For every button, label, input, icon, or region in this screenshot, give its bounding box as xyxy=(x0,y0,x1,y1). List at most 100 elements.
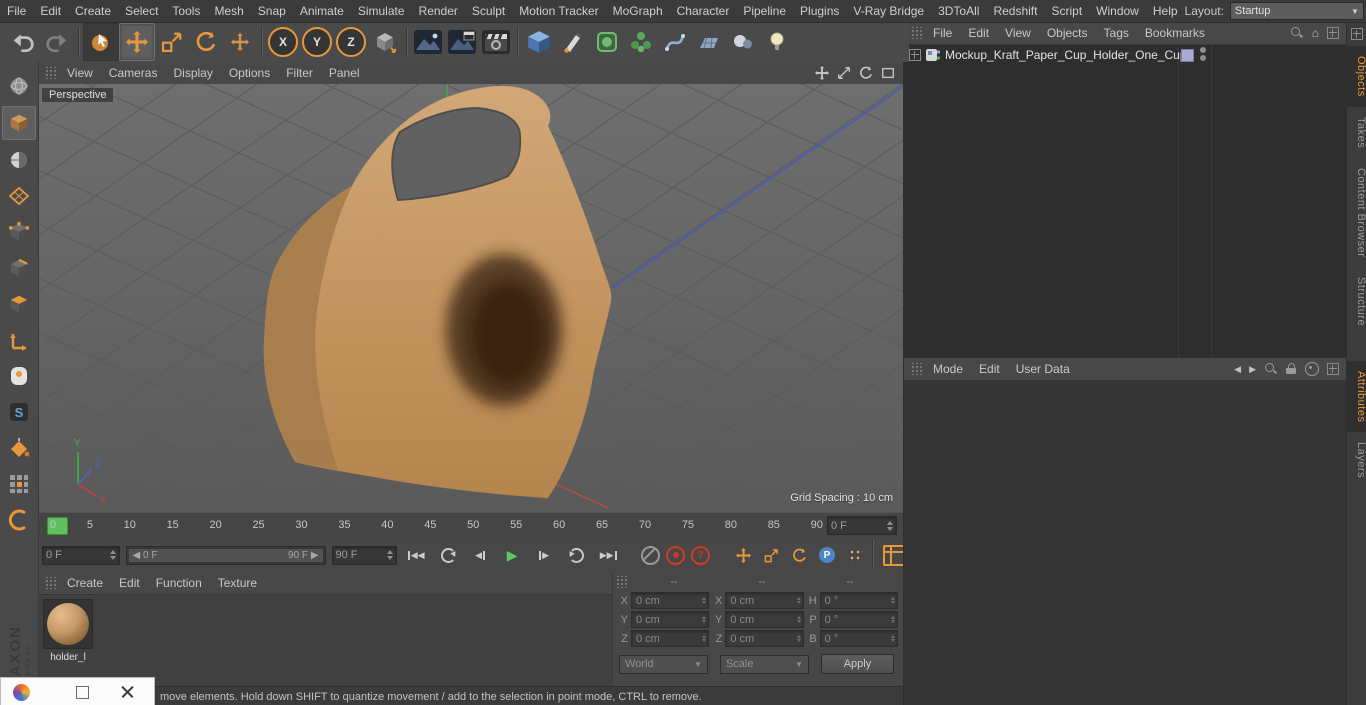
object-row[interactable]: Mockup_Kraft_Paper_Cup_Holder_One_Cup xyxy=(904,45,1347,65)
paint-tool-button[interactable] xyxy=(3,432,35,464)
open-timeline-button[interactable] xyxy=(883,544,905,566)
menubar-item[interactable]: Mesh xyxy=(207,0,250,22)
render-settings-button[interactable] xyxy=(479,24,513,60)
target-icon[interactable] xyxy=(1305,362,1319,376)
workplane-mode-button[interactable] xyxy=(3,180,35,212)
material-menu-item[interactable]: Create xyxy=(59,572,111,594)
close-icon[interactable] xyxy=(121,686,134,699)
coordinate-system-button[interactable] xyxy=(368,24,402,60)
menubar-item[interactable]: File xyxy=(0,0,33,22)
tab-content-browser[interactable]: Content Browser xyxy=(1347,158,1366,267)
menubar-item[interactable]: Motion Tracker xyxy=(512,0,605,22)
convert-tool[interactable] xyxy=(3,70,35,102)
menubar-item[interactable]: Snap xyxy=(251,0,293,22)
panel-grip[interactable] xyxy=(911,363,922,375)
mograph-cloner-button[interactable] xyxy=(624,24,658,60)
menubar-item[interactable]: Script xyxy=(1044,0,1089,22)
position-y-input[interactable]: 0 cm xyxy=(631,611,710,628)
menubar-item[interactable]: 3DToAll xyxy=(931,0,986,22)
expand-hierarchy-icon[interactable] xyxy=(909,49,921,61)
key-parameter-toggle[interactable]: P xyxy=(816,544,838,566)
apply-button[interactable]: Apply xyxy=(820,654,894,674)
viewport-menu-item[interactable]: View xyxy=(59,62,101,84)
panel-grip[interactable] xyxy=(616,576,627,588)
lock-y-axis-button[interactable]: Y xyxy=(302,27,332,57)
scale-tool[interactable] xyxy=(155,24,189,60)
size-y-input[interactable]: 0 cm xyxy=(725,611,804,628)
menubar-item[interactable]: Render xyxy=(412,0,465,22)
add-panel-icon[interactable] xyxy=(1351,28,1363,40)
object-menu-item[interactable]: File xyxy=(925,22,960,44)
material-menu-item[interactable]: Edit xyxy=(111,572,148,594)
attribute-menu-item[interactable]: Mode xyxy=(925,358,971,380)
key-position-toggle[interactable] xyxy=(732,544,754,566)
quantize-button[interactable] xyxy=(3,504,35,536)
position-x-input[interactable]: 0 cm xyxy=(631,592,710,609)
keyframe-help-button[interactable]: ? xyxy=(691,545,711,565)
panel-grip[interactable] xyxy=(45,577,56,589)
size-x-input[interactable]: 0 cm xyxy=(725,592,804,609)
history-back-icon[interactable]: ◀ xyxy=(1234,364,1241,375)
goto-end-button[interactable]: ▶▶ xyxy=(595,543,621,567)
end-frame-spinner[interactable]: 90 F xyxy=(331,545,398,565)
lock-z-axis-button[interactable]: Z xyxy=(336,27,366,57)
position-z-input[interactable]: 0 cm xyxy=(631,630,710,647)
panel-grip[interactable] xyxy=(45,67,56,79)
material-menu-item[interactable]: Texture xyxy=(210,572,265,594)
rotation-p-input[interactable]: 0 ° xyxy=(819,611,898,628)
history-forward-icon[interactable]: ▶ xyxy=(1249,364,1256,375)
visibility-dots[interactable] xyxy=(1200,47,1206,61)
lock-icon[interactable] xyxy=(1286,363,1297,375)
object-menu-item[interactable]: Bookmarks xyxy=(1137,22,1213,44)
attribute-menu-item[interactable]: User Data xyxy=(1008,358,1078,380)
model-mode-button[interactable] xyxy=(2,106,36,140)
search-icon[interactable] xyxy=(1290,26,1304,40)
autokey-off-button[interactable] xyxy=(641,545,661,565)
search-icon[interactable] xyxy=(1264,362,1278,376)
play-button[interactable]: ▶ xyxy=(499,543,525,567)
render-picture-viewer-button[interactable] xyxy=(445,24,479,60)
spline-pen-button[interactable] xyxy=(556,24,590,60)
timeline-ruler[interactable]: 05 10 15 20 25 30 35 40 45 50 55 60 65 70 75 80… xyxy=(38,512,903,540)
menubar-item[interactable]: Character xyxy=(670,0,737,22)
points-mode-button[interactable] xyxy=(3,216,35,248)
menubar-item[interactable]: MoGraph xyxy=(606,0,670,22)
scale-mode-select[interactable]: Scale ▼ xyxy=(719,654,809,674)
viewport-canvas[interactable]: Y X Z Perspective Grid Spacing : 10 cm xyxy=(38,84,903,512)
layer-color-chip[interactable] xyxy=(1181,49,1194,62)
menubar-item[interactable]: Pipeline xyxy=(736,0,793,22)
rotate-view-icon[interactable] xyxy=(859,66,873,80)
size-z-input[interactable]: 0 cm xyxy=(725,630,804,647)
tab-layers[interactable]: Layers xyxy=(1347,432,1366,488)
render-view-button[interactable] xyxy=(411,24,445,60)
next-frame-button[interactable]: ▶ xyxy=(531,543,557,567)
tab-structure[interactable]: Structure xyxy=(1347,267,1366,336)
material-item[interactable]: holder_l xyxy=(42,599,94,663)
live-selection-tool[interactable] xyxy=(83,23,119,61)
object-menu-item[interactable]: Objects xyxy=(1039,22,1096,44)
last-used-tool[interactable] xyxy=(223,24,257,60)
floor-object-button[interactable] xyxy=(692,24,726,60)
texture-mode-button[interactable] xyxy=(3,144,35,176)
panel-grip[interactable] xyxy=(911,27,922,39)
object-menu-item[interactable]: Tags xyxy=(1096,22,1137,44)
edges-mode-button[interactable] xyxy=(3,252,35,284)
menubar-item[interactable]: Tools xyxy=(165,0,207,22)
light-object-button[interactable] xyxy=(760,24,794,60)
move-tool[interactable] xyxy=(119,23,155,61)
model-cup-holder[interactable] xyxy=(263,85,612,498)
object-menu-item[interactable]: View xyxy=(997,22,1039,44)
rotation-h-input[interactable]: 0 ° xyxy=(819,592,898,609)
tab-attributes[interactable]: Attributes xyxy=(1347,360,1366,433)
next-key-button[interactable] xyxy=(563,543,589,567)
rotate-tool[interactable] xyxy=(189,24,223,60)
viewport-solo-button[interactable] xyxy=(3,360,35,392)
menubar-item[interactable]: Edit xyxy=(33,0,68,22)
restore-window-icon[interactable] xyxy=(76,685,89,699)
object-menu-item[interactable]: Edit xyxy=(960,22,997,44)
redo-button[interactable] xyxy=(40,24,74,60)
menubar-item[interactable]: Simulate xyxy=(351,0,412,22)
polygons-mode-button[interactable] xyxy=(3,288,35,320)
key-pla-toggle[interactable] xyxy=(844,544,866,566)
lock-x-axis-button[interactable]: X xyxy=(268,27,298,57)
